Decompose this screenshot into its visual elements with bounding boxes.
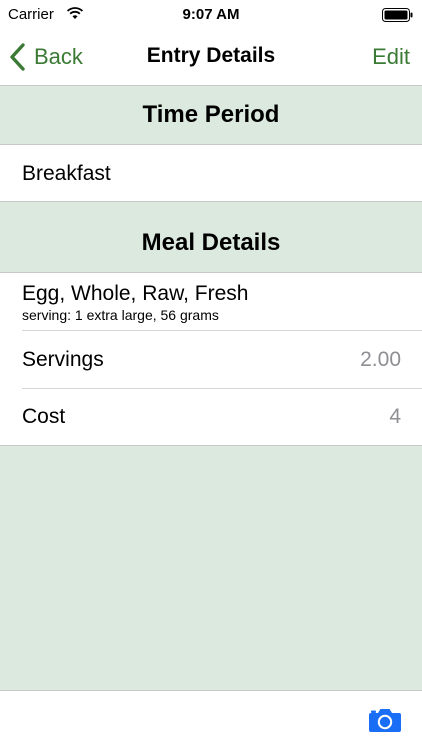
camera-icon[interactable]	[368, 707, 402, 733]
cost-cell[interactable]: Cost 4	[0, 389, 422, 447]
edit-button[interactable]: Edit	[372, 44, 410, 70]
bottom-toolbar	[0, 690, 422, 750]
servings-label: Servings	[22, 348, 104, 371]
cost-value: 4	[389, 405, 401, 428]
battery-icon	[382, 8, 413, 22]
navigation-bar: Back Entry Details Edit	[0, 30, 422, 86]
time-period-value: Breakfast	[22, 162, 111, 185]
section-header-time-period: Time Period	[0, 86, 422, 144]
page-title: Entry Details	[146, 44, 276, 67]
time-period-group: Breakfast	[0, 144, 422, 202]
screen: Carrier 9:07 AM Back Entry Details Edit …	[0, 0, 422, 750]
status-time: 9:07 AM	[182, 6, 240, 23]
status-bar: Carrier 9:07 AM	[0, 0, 422, 30]
food-name: Egg, Whole, Raw, Fresh	[22, 282, 249, 305]
food-item-cell[interactable]: Egg, Whole, Raw, Fresh serving: 1 extra …	[0, 273, 422, 331]
section-header-meal-details: Meal Details	[0, 202, 422, 272]
cost-label: Cost	[22, 405, 66, 428]
servings-value: 2.00	[360, 348, 401, 371]
meal-details-group: Egg, Whole, Raw, Fresh serving: 1 extra …	[0, 272, 422, 446]
food-serving-info: serving: 1 extra large, 56 grams	[22, 307, 219, 323]
time-period-cell[interactable]: Breakfast	[0, 145, 422, 203]
servings-cell[interactable]: Servings 2.00	[0, 331, 422, 389]
